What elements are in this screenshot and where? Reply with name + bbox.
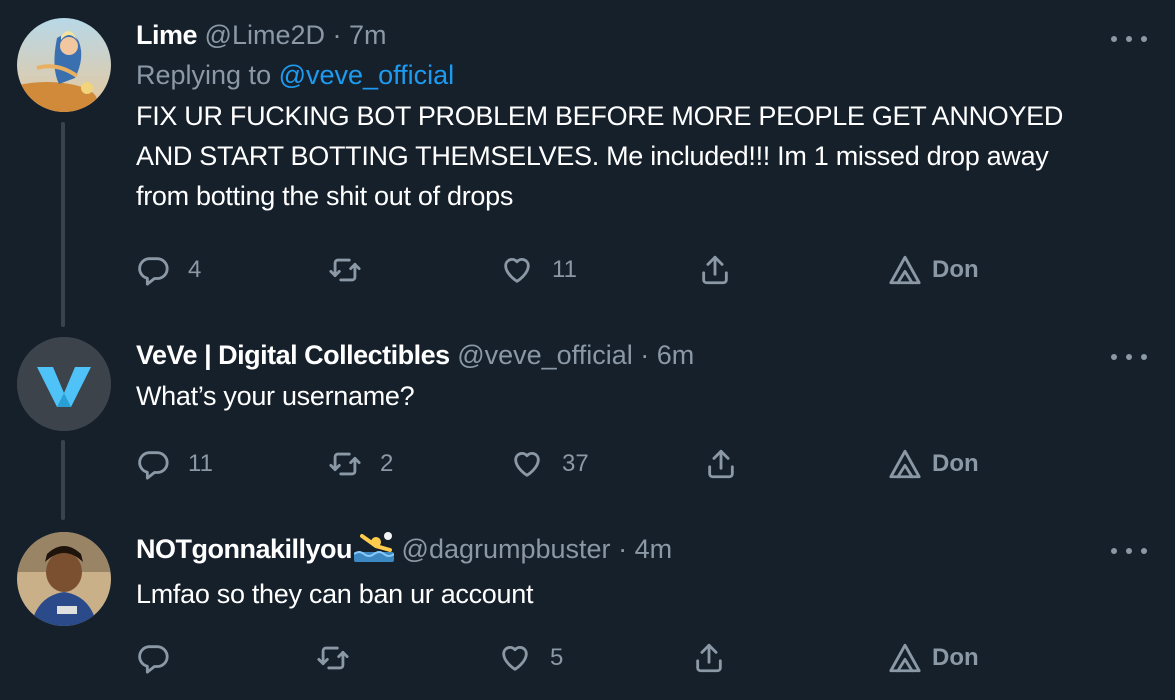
retweet-button[interactable]	[316, 638, 368, 678]
retweet-icon	[329, 452, 361, 476]
timestamp[interactable]: 6m	[657, 340, 695, 370]
replying-to-link[interactable]: @veve_official	[279, 60, 455, 90]
analytics-button[interactable]: Don	[888, 250, 979, 290]
display-name[interactable]: VeVe | Digital Collectibles	[136, 340, 450, 370]
reply-count: 11	[188, 450, 213, 477]
thread-connector	[61, 440, 65, 520]
user-handle[interactable]: @Lime2D	[205, 20, 325, 50]
tweet-text: Lmfao so they can ban ur account	[136, 574, 1147, 614]
separator: ·	[640, 340, 650, 370]
action-bar: 4 11 Don	[136, 250, 1036, 290]
share-icon	[696, 643, 722, 673]
timestamp[interactable]: 4m	[635, 534, 673, 564]
tweet-header: Lime @Lime2D · 7m	[136, 18, 1147, 52]
like-icon	[514, 452, 540, 477]
user-handle[interactable]: @veve_official	[457, 340, 633, 370]
tweet-veve[interactable]: VeVe | Digital Collectibles @veve_offici…	[0, 330, 1175, 520]
tweet-text: What’s your username?	[136, 376, 1147, 416]
retweet-icon	[329, 258, 361, 282]
share-button[interactable]	[698, 250, 732, 290]
tweet-text-line: Lmfao so they can ban ur account	[136, 579, 534, 609]
user-handle[interactable]: @dagrumpbuster	[402, 534, 611, 564]
avatar[interactable]	[17, 337, 111, 431]
replying-prefix: Replying to	[136, 60, 272, 90]
reply-button[interactable]	[136, 638, 188, 678]
share-icon	[702, 255, 728, 285]
retweet-count: 2	[380, 450, 394, 477]
reply-count: 4	[188, 256, 202, 283]
analytics-label: Don	[932, 644, 979, 671]
like-button[interactable]: 37	[510, 444, 589, 484]
like-count: 37	[562, 450, 589, 477]
like-button[interactable]: 5	[498, 638, 563, 678]
like-icon	[502, 646, 528, 671]
reply-icon	[138, 645, 169, 674]
avatar[interactable]	[17, 532, 111, 626]
share-button[interactable]	[692, 638, 726, 678]
tweet-header: NOTgonnakillyou @dagrumpbuster · 4m	[136, 532, 1147, 570]
like-count: 11	[552, 256, 577, 283]
veve-logo-icon	[17, 337, 111, 431]
tweet-text: FIX UR FUCKING BOT PROBLEM BEFORE MORE P…	[136, 96, 1147, 216]
like-icon	[504, 258, 530, 283]
action-bar: 11 2 37 Don	[136, 444, 1036, 484]
analytics-label: Don	[932, 256, 979, 283]
timestamp[interactable]: 7m	[349, 20, 387, 50]
reply-button[interactable]: 11	[136, 444, 213, 484]
tweet-text-line: AND START BOTTING THEMSELVES. Me include…	[136, 141, 1049, 171]
reply-button[interactable]: 4	[136, 250, 201, 290]
share-button[interactable]	[704, 444, 738, 484]
avatar[interactable]	[17, 18, 111, 112]
avatar-image	[17, 532, 111, 626]
analytics-icon	[889, 643, 921, 673]
action-bar: 5 Don	[136, 638, 1036, 678]
retweet-button[interactable]	[328, 250, 380, 290]
share-icon	[708, 449, 734, 479]
more-icon[interactable]	[1111, 350, 1147, 364]
display-name[interactable]: Lime	[136, 20, 198, 50]
analytics-button[interactable]: Don	[888, 638, 979, 678]
tweet-notgonnakillyou[interactable]: NOTgonnakillyou @dagrumpbuster · 4m Lmfa…	[0, 520, 1175, 700]
analytics-icon	[889, 449, 921, 479]
tweet-text-line: FIX UR FUCKING BOT PROBLEM BEFORE MORE P…	[136, 101, 1064, 131]
more-icon[interactable]	[1111, 32, 1147, 46]
avatar-image	[17, 18, 111, 112]
replying-to: Replying to @veve_official	[136, 58, 1147, 92]
retweet-icon	[317, 646, 349, 670]
separator: ·	[332, 20, 342, 50]
analytics-label: Don	[932, 450, 979, 477]
tweet-lime[interactable]: Lime @Lime2D · 7m Replying to @veve_offi…	[0, 0, 1175, 330]
like-count: 5	[550, 644, 564, 671]
tweet-text-line: What’s your username?	[136, 381, 415, 411]
reply-icon	[138, 257, 169, 286]
display-name[interactable]: NOTgonnakillyou	[136, 534, 353, 564]
more-icon[interactable]	[1111, 544, 1147, 558]
water-polo-emoji-icon	[353, 532, 395, 570]
thread-connector	[61, 122, 65, 327]
analytics-icon	[889, 255, 921, 285]
separator: ·	[618, 534, 628, 564]
like-button[interactable]: 11	[500, 250, 577, 290]
conversation-thread: Lime @Lime2D · 7m Replying to @veve_offi…	[0, 0, 1175, 700]
retweet-button[interactable]: 2	[328, 444, 393, 484]
tweet-header: VeVe | Digital Collectibles @veve_offici…	[136, 338, 1147, 372]
tweet-text-line: from botting the shit out of drops	[136, 181, 514, 211]
analytics-button[interactable]: Don	[888, 444, 979, 484]
reply-icon	[138, 451, 169, 480]
